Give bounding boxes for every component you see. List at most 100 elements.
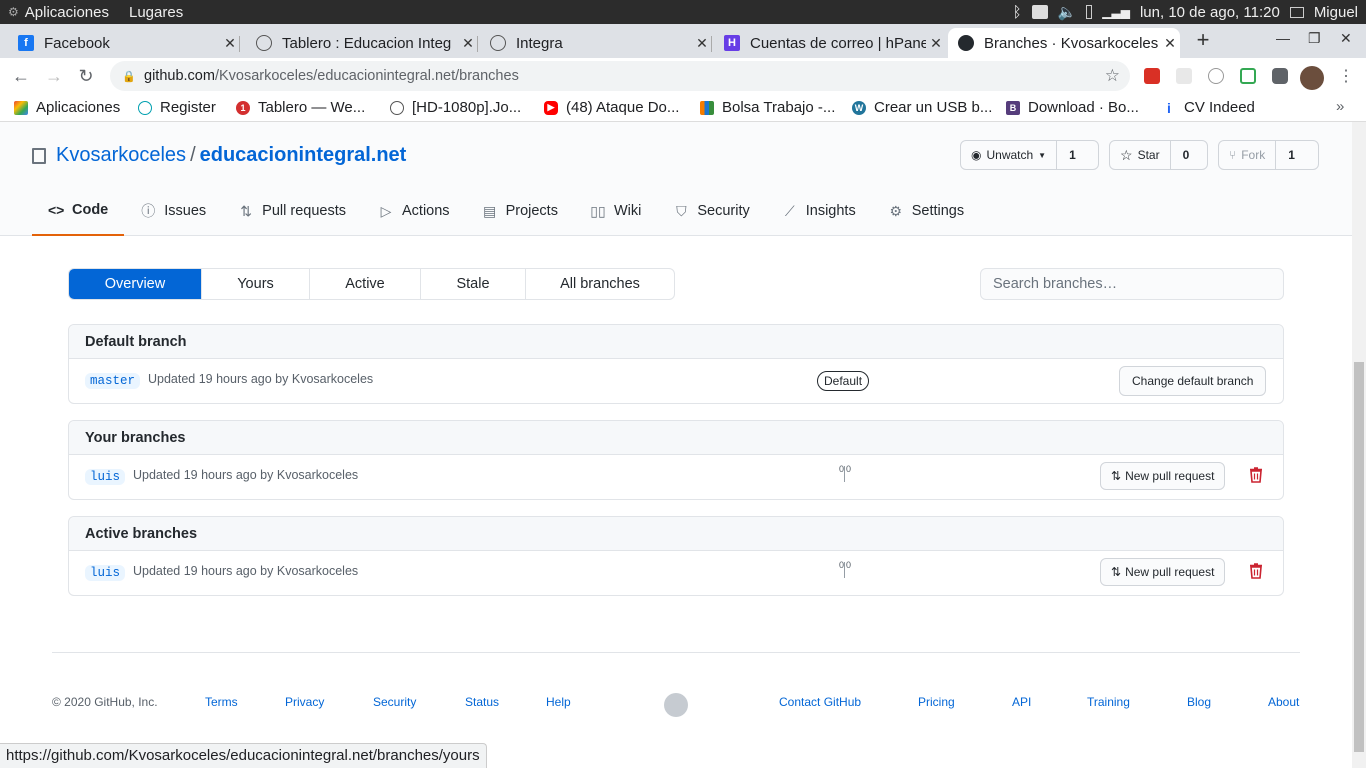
browser-menu-icon[interactable]: ⋮ [1338,66,1354,86]
trash-icon[interactable] [1249,563,1263,579]
branch-tab-stale[interactable]: Stale [421,269,526,299]
bookmark-item[interactable]: i CV Indeed [1162,99,1255,116]
repo-separator: / [190,144,196,166]
branch-tab-yours[interactable]: Yours [202,269,310,299]
bookmark-item[interactable]: Register [138,99,216,116]
branch-name-link[interactable]: luis [85,469,126,485]
reload-icon[interactable]: ↻ [75,66,97,87]
tab-issues[interactable]: ⓘ Issues [124,186,222,236]
bookmarks-overflow-icon[interactable]: » [1336,98,1344,115]
fork-count[interactable]: 1 [1276,148,1307,162]
github-logo-icon[interactable] [664,693,688,717]
trash-icon[interactable] [1249,467,1263,483]
tab-security[interactable]: ⛉ Security [657,186,765,236]
notification-icon[interactable] [1031,5,1048,19]
close-tab-icon[interactable]: ✕ [220,35,240,52]
tab-wiki[interactable]: ▯▯ Wiki [574,186,657,236]
repo-icon [32,147,46,164]
branch-tab-overview[interactable]: Overview [69,269,202,299]
footer-link-about[interactable]: About [1268,695,1299,709]
search-branches-input[interactable] [980,268,1284,300]
branch-tab-active[interactable]: Active [310,269,421,299]
footer-link-privacy[interactable]: Privacy [285,695,324,709]
bar-chart-icon [700,100,714,115]
browser-tab[interactable]: H Cuentas de correo | hPane ✕ [714,28,946,58]
repo-owner-link[interactable]: Kvosarkoceles [56,144,186,167]
close-tab-icon[interactable]: ✕ [458,35,478,52]
extension-icon[interactable] [1176,68,1192,84]
restore-icon[interactable]: ❐ [1308,30,1321,47]
change-default-branch-button[interactable]: Change default branch [1119,366,1267,396]
scrollbar-thumb[interactable] [1354,362,1364,752]
back-icon[interactable]: ← [10,66,32,87]
bookmark-item[interactable]: [HD-1080p].Jo... [390,99,521,116]
browser-tab[interactable]: Integra ✕ [480,28,712,58]
puzzle-icon[interactable] [1272,68,1288,84]
extension-icon[interactable] [1144,68,1160,84]
forward-icon[interactable]: → [43,66,65,87]
branch-tab-all[interactable]: All branches [526,269,674,299]
branch-name-link[interactable]: luis [85,565,126,581]
tab-actions[interactable]: ▷ Actions [362,186,466,236]
bookmark-star-icon[interactable]: ☆ [1105,66,1120,86]
footer-link-terms[interactable]: Terms [205,695,238,709]
footer-link-security[interactable]: Security [373,695,416,709]
branch-name-link[interactable]: master [85,373,141,389]
bookmark-item[interactable]: ▶ (48) Ataque Do... [544,99,679,116]
places-menu[interactable]: Lugares [129,4,183,21]
browser-tab[interactable]: Tablero : Educacion Integ ✕ [246,28,478,58]
network-icon[interactable]: ▁▃▅ [1102,5,1130,19]
tab-projects[interactable]: ▤ Projects [466,186,574,236]
footer-link-training[interactable]: Training [1087,695,1130,709]
watch-button[interactable]: ◉ Unwatch ▼ 1 [960,140,1099,170]
ahead-behind-counts: 0 0 [835,464,855,486]
extension-icon[interactable] [1208,68,1224,84]
footer-link-blog[interactable]: Blog [1187,695,1211,709]
apps-menu-icon[interactable]: ⚙ [8,5,19,19]
tab-settings[interactable]: ⚙ Settings [872,186,980,236]
bookmark-item[interactable]: W Crear un USB b... [852,99,992,116]
tab-pull-requests[interactable]: ⇅ Pull requests [222,186,362,236]
footer-link-help[interactable]: Help [546,695,571,709]
battery-icon[interactable] [1086,5,1093,19]
tab-code[interactable]: <> Code [32,186,125,236]
close-tab-icon[interactable]: ✕ [692,35,712,52]
footer-link-status[interactable]: Status [465,695,499,709]
new-pull-request-button[interactable]: ⇅ New pull request [1100,462,1226,490]
close-tab-icon[interactable]: ✕ [926,35,946,52]
wordpress-icon: W [852,100,866,115]
bookmark-item[interactable]: 1 Tablero — We... [236,99,365,116]
lock-icon[interactable]: 🔒 [122,70,136,83]
bookmark-item[interactable]: Bolsa Trabajo -... [700,99,835,116]
user-icon[interactable] [1289,6,1304,18]
graph-icon: ⟋ [784,202,795,219]
user-menu[interactable]: Miguel [1314,4,1358,21]
close-tab-icon[interactable]: ✕ [1160,35,1180,52]
repo-name-link[interactable]: educacionintegral.net [200,144,407,167]
volume-icon[interactable]: 🔈 [1058,3,1077,21]
bluetooth-icon[interactable]: ᛒ [1013,4,1022,21]
star-count[interactable]: 0 [1171,148,1202,162]
star-button[interactable]: ☆ Star 0 [1109,140,1208,170]
fork-button[interactable]: ⑂ Fork 1 [1218,140,1319,170]
default-branch-box: Default branch master Updated 19 hours a… [68,324,1284,404]
address-bar[interactable]: 🔒 github.com/Kvosarkoceles/educacioninte… [110,61,1130,91]
footer-link-api[interactable]: API [1012,695,1031,709]
profile-avatar[interactable] [1300,66,1324,90]
footer-link-pricing[interactable]: Pricing [918,695,955,709]
browser-tab-active[interactable]: Branches · Kvosarkoceles ✕ [948,28,1180,58]
clock[interactable]: lun, 10 de ago, 11:20 [1140,4,1280,21]
new-pull-request-button[interactable]: ⇅ New pull request [1100,558,1226,586]
bookmark-item[interactable]: B Download · Bo... [1006,99,1139,116]
tab-insights[interactable]: ⟋ Insights [766,186,872,236]
footer-link-contact[interactable]: Contact GitHub [779,695,861,709]
apps-menu[interactable]: Aplicaciones [25,4,109,21]
browser-tab[interactable]: f Facebook ✕ [8,28,240,58]
bookmark-item[interactable]: Aplicaciones [14,99,120,116]
watch-count[interactable]: 1 [1057,148,1088,162]
minimize-icon[interactable]: — [1276,30,1290,46]
extension-icon[interactable] [1240,68,1256,84]
new-tab-button[interactable]: + [1190,29,1216,52]
page-scrollbar[interactable] [1352,122,1366,768]
close-window-icon[interactable]: ✕ [1340,30,1352,47]
